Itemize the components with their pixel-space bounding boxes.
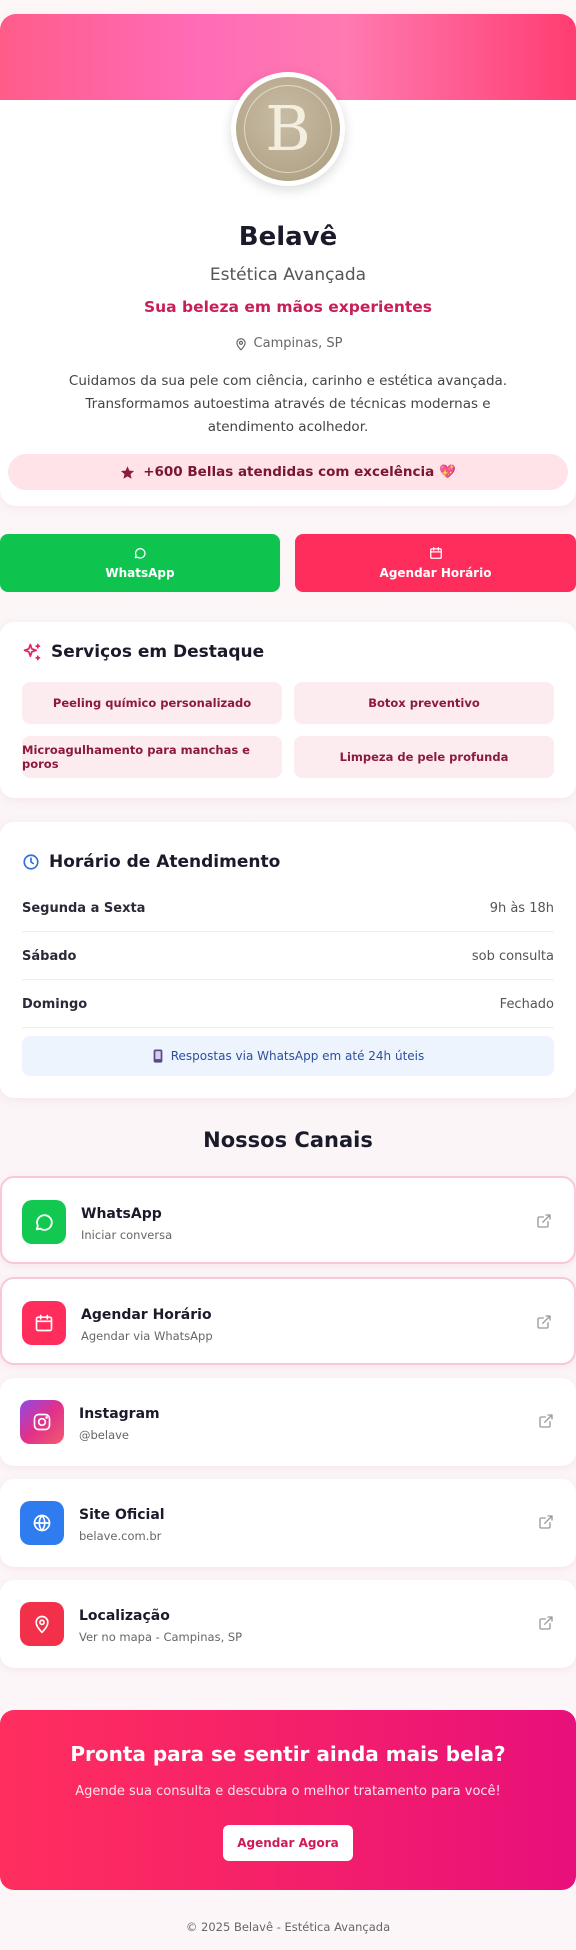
clock-icon — [23, 854, 39, 870]
channel-subtitle: Iniciar conversa — [81, 1228, 173, 1242]
channel-subtitle: Ver no mapa - Campinas, SP — [79, 1630, 243, 1644]
footer-cta-banner: Pronta para se sentir ainda mais bela? A… — [0, 1710, 576, 1890]
profile-card: B Belavê Estética Avançada Sua beleza em… — [0, 14, 576, 506]
channel-subtitle: Agendar via WhatsApp — [81, 1329, 213, 1343]
external-link-icon — [537, 1315, 551, 1329]
calendar-icon — [22, 1301, 66, 1345]
external-link-icon — [539, 1414, 553, 1428]
schedule-button[interactable]: Agendar Horário — [295, 534, 576, 592]
external-link-icon — [537, 1214, 551, 1228]
channel-name: Instagram — [79, 1406, 160, 1422]
location-text: Campinas, SP — [253, 336, 343, 351]
whatsapp-icon — [22, 1200, 66, 1244]
description: Cuidamos da sua pele com ciência, carinh… — [68, 373, 508, 435]
channel-name: Site Oficial — [79, 1507, 165, 1523]
channels-title: Nossos Canais — [203, 1128, 373, 1152]
channel-name: Agendar Horário — [81, 1307, 212, 1323]
response-note: Respostas via WhatsApp em até 24h úteis — [22, 1036, 554, 1076]
whatsapp-button[interactable]: WhatsApp — [0, 534, 280, 592]
calendar-icon — [429, 547, 442, 559]
channel-instagram[interactable]: Instagram @belave — [0, 1378, 576, 1466]
book-now-button[interactable]: Agendar Agora — [223, 1825, 353, 1861]
hours-time: 9h às 18h — [489, 900, 554, 916]
brand-tagline: Sua beleza em mãos experientes — [143, 298, 433, 316]
brand-subtitle: Estética Avançada — [209, 265, 367, 285]
external-link-icon — [539, 1616, 553, 1630]
hours-time: sob consulta — [471, 948, 554, 964]
channel-whatsapp[interactable]: WhatsApp Iniciar conversa — [0, 1176, 576, 1264]
channel-location[interactable]: Localização Ver no mapa - Campinas, SP — [0, 1580, 576, 1668]
channel-subtitle: @belave — [79, 1428, 129, 1442]
location: Campinas, SP — [0, 336, 576, 351]
external-link-icon — [539, 1515, 553, 1529]
channel-schedule[interactable]: Agendar Horário Agendar via WhatsApp — [0, 1277, 576, 1365]
hours-time: Fechado — [499, 996, 554, 1012]
channel-name: Localização — [79, 1608, 170, 1624]
map-pin-icon — [235, 337, 246, 350]
response-note-text: Respostas via WhatsApp em até 24h úteis — [170, 1049, 425, 1063]
channel-website[interactable]: Site Oficial belave.com.br — [0, 1479, 576, 1567]
badge-text: +600 Bellas atendidas com excelência 💖 — [143, 464, 456, 480]
map-pin-icon — [20, 1602, 64, 1646]
logo-frame: B — [231, 72, 345, 186]
hours-day: Segunda a Sexta — [22, 900, 146, 916]
chat-bubble-icon — [134, 548, 146, 559]
service-item[interactable]: Botox preventivo — [294, 682, 554, 724]
hours-title: Horário de Atendimento — [22, 852, 280, 872]
whatsapp-button-label: WhatsApp — [105, 566, 175, 580]
service-item[interactable]: Peeling químico personalizado — [22, 682, 282, 724]
instagram-icon — [20, 1400, 64, 1444]
service-item[interactable]: Limpeza de pele profunda — [294, 736, 554, 778]
channel-name: WhatsApp — [81, 1206, 162, 1222]
brand-logo: B — [236, 77, 340, 181]
hours-day: Sábado — [22, 948, 77, 964]
clients-badge: +600 Bellas atendidas com excelência 💖 — [8, 454, 568, 490]
sparkles-icon — [23, 643, 41, 661]
globe-icon — [20, 1501, 64, 1545]
copyright: © 2025 Belavê - Estética Avançada — [185, 1920, 391, 1934]
star-icon — [121, 465, 135, 479]
footer-cta-subtitle: Agende sua consulta e descubra o melhor … — [75, 1784, 501, 1799]
services-card: Serviços em Destaque Peeling químico per… — [0, 622, 576, 798]
phone-icon — [153, 1049, 163, 1063]
footer-cta-title: Pronta para se sentir ainda mais bela? — [70, 1742, 506, 1766]
services-title: Serviços em Destaque — [22, 642, 264, 662]
hours-row: Segunda a Sexta 9h às 18h — [22, 885, 554, 932]
hours-day: Domingo — [22, 996, 88, 1012]
schedule-button-label: Agendar Horário — [379, 566, 492, 580]
hours-row: Sábado sob consulta — [22, 933, 554, 980]
brand-name: Belavê — [238, 222, 338, 252]
channel-subtitle: belave.com.br — [79, 1529, 162, 1543]
hours-row: Domingo Fechado — [22, 981, 554, 1028]
hours-title-text: Horário de Atendimento — [49, 852, 281, 872]
services-title-text: Serviços em Destaque — [51, 642, 265, 662]
service-item[interactable]: Microagulhamento para manchas e poros — [22, 736, 282, 778]
